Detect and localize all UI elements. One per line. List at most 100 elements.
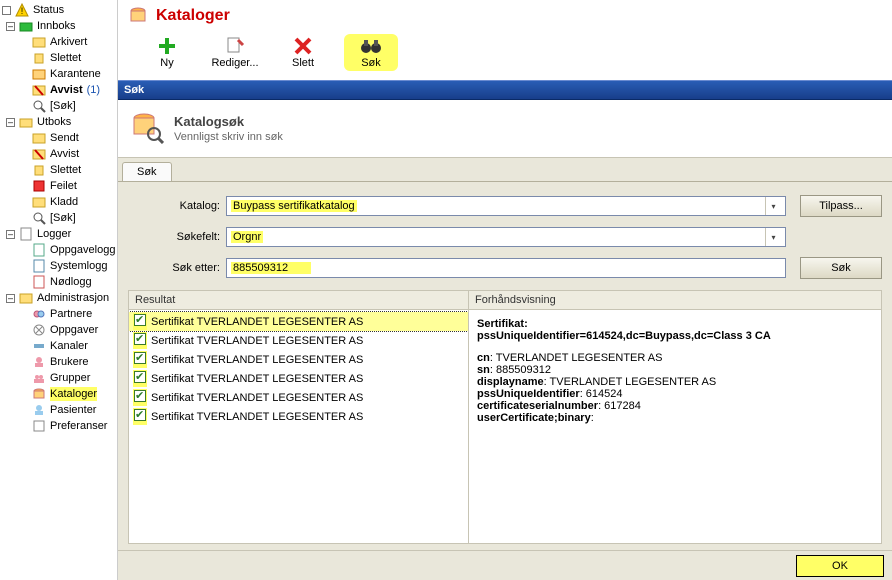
result-item[interactable]: Sertifikat TVERLANDET LEGESENTER AS xyxy=(129,388,468,407)
delete-button[interactable]: Slett xyxy=(276,34,330,71)
result-item[interactable]: Sertifikat TVERLANDET LEGESENTER AS xyxy=(129,331,468,350)
checkbox-icon[interactable] xyxy=(134,314,146,326)
tree-label: Kladd xyxy=(50,195,78,209)
result-item[interactable]: Sertifikat TVERLANDET LEGESENTER AS xyxy=(129,312,468,331)
search-input[interactable] xyxy=(231,262,311,274)
dialog-titlebar[interactable]: Søk xyxy=(118,81,892,100)
tree-item-karantene[interactable]: Karantene xyxy=(0,66,117,82)
tree-item-arkivert[interactable]: Arkivert xyxy=(0,34,117,50)
preview-dn: pssUniqueIdentifier=614524,dc=Buypass,dc… xyxy=(477,330,771,342)
collapse-icon[interactable]: ‒ xyxy=(6,294,15,303)
checkbox-wrap[interactable] xyxy=(133,351,147,368)
page-title: Kataloger xyxy=(156,7,230,25)
chevron-down-icon[interactable]: ▾ xyxy=(765,228,781,246)
preview-label: userCertificate;binary xyxy=(477,412,591,424)
ok-button[interactable]: OK xyxy=(796,555,884,577)
tree-label: Administrasjon xyxy=(37,291,109,305)
tree-item-nodlogg[interactable]: Nødlogg xyxy=(0,274,117,290)
result-label: Sertifikat TVERLANDET LEGESENTER AS xyxy=(151,335,363,347)
checkbox-icon[interactable] xyxy=(134,352,146,364)
tree-item-kladd[interactable]: Kladd xyxy=(0,194,117,210)
checkbox-wrap[interactable] xyxy=(133,313,147,330)
result-item[interactable]: Sertifikat TVERLANDET LEGESENTER AS xyxy=(129,407,468,426)
users-icon xyxy=(32,355,46,369)
sok-button[interactable]: Søk xyxy=(800,257,882,279)
label-sokefelt: Søkefelt: xyxy=(128,231,220,243)
edit-button[interactable]: Rediger... xyxy=(208,34,262,71)
checkbox-icon[interactable] xyxy=(134,371,146,383)
tree-item-avvist2[interactable]: Avvist xyxy=(0,146,117,162)
outbox-icon xyxy=(19,115,33,129)
tree-item-systemlogg[interactable]: Systemlogg xyxy=(0,258,117,274)
tree-item-sendt[interactable]: Sendt xyxy=(0,130,117,146)
new-button[interactable]: Ny xyxy=(140,34,194,71)
tree-label: Avvist xyxy=(50,83,83,97)
tree-item-kanaler[interactable]: Kanaler xyxy=(0,338,117,354)
draft-icon xyxy=(32,195,46,209)
katalog-dropdown[interactable]: Buypass sertifikatkatalog ▾ xyxy=(226,196,786,216)
result-item[interactable]: Sertifikat TVERLANDET LEGESENTER AS xyxy=(129,350,468,369)
checkbox-wrap[interactable] xyxy=(133,332,147,349)
tab-sok[interactable]: Søk xyxy=(122,162,172,181)
result-label: Sertifikat TVERLANDET LEGESENTER AS xyxy=(151,316,363,328)
trash-icon xyxy=(32,163,46,177)
edit-icon xyxy=(223,36,247,56)
sokefelt-dropdown[interactable]: Orgnr ▾ xyxy=(226,227,786,247)
search-dialog: Søk Katalogsøk Vennligst skriv inn søk S… xyxy=(118,80,892,580)
preview-header: Forhåndsvisning xyxy=(469,291,881,310)
tree-label: Kataloger xyxy=(50,387,97,401)
tree-item-oppgaver[interactable]: Oppgaver xyxy=(0,322,117,338)
tree-group-innboks[interactable]: ‒ Innboks xyxy=(0,18,117,34)
preview-value: : TVERLANDET LEGESENTER AS xyxy=(490,352,663,364)
tree-label: Grupper xyxy=(50,371,90,385)
folder-icon xyxy=(32,35,46,49)
tree-item-slettet[interactable]: Slettet xyxy=(0,50,117,66)
preview-value: : 885509312 xyxy=(490,364,551,376)
chevron-down-icon[interactable]: ▾ xyxy=(765,197,781,215)
field-value: Buypass sertifikatkatalog xyxy=(231,200,357,212)
label-katalog: Katalog: xyxy=(128,200,220,212)
tree-item-oppgavelogg[interactable]: Oppgavelogg xyxy=(0,242,117,258)
collapse-icon[interactable]: ‒ xyxy=(6,118,15,127)
tree-label: Oppgavelogg xyxy=(50,243,115,257)
tree-item-grupper[interactable]: Grupper xyxy=(0,370,117,386)
tree-item-kataloger[interactable]: Kataloger xyxy=(0,386,117,402)
checkbox-wrap[interactable] xyxy=(133,389,147,406)
tree-item-pasienter[interactable]: Pasienter xyxy=(0,402,117,418)
collapse-icon[interactable]: ‒ xyxy=(6,230,15,239)
tilpass-button[interactable]: Tilpass... xyxy=(800,195,882,217)
result-item[interactable]: Sertifikat TVERLANDET LEGESENTER AS xyxy=(129,369,468,388)
checkbox-wrap[interactable] xyxy=(133,370,147,387)
expand-icon[interactable] xyxy=(2,6,11,15)
tree-root[interactable]: ! Status xyxy=(0,2,117,18)
tree-item-partnere[interactable]: Partnere xyxy=(0,306,117,322)
tasks-icon xyxy=(32,323,46,337)
tree-item-slettet2[interactable]: Slettet xyxy=(0,162,117,178)
preview-label: pssUniqueIdentifier xyxy=(477,388,580,400)
tree-group-admin[interactable]: ‒ Administrasjon xyxy=(0,290,117,306)
tree-item-brukere[interactable]: Brukere xyxy=(0,354,117,370)
checkbox-icon[interactable] xyxy=(134,390,146,402)
dialog-subtitle: Vennligst skriv inn søk xyxy=(174,131,283,143)
tree-item-avvist[interactable]: Avvist (1) xyxy=(0,82,117,98)
search-input-wrap xyxy=(226,258,786,278)
preview-value: : TVERLANDET LEGESENTER AS xyxy=(544,376,717,388)
tree-item-sok[interactable]: [Søk] xyxy=(0,98,117,114)
groups-icon xyxy=(32,371,46,385)
checkbox-wrap[interactable] xyxy=(133,408,147,425)
tree-group-logger[interactable]: ‒ Logger xyxy=(0,226,117,242)
search-button[interactable]: Søk xyxy=(344,34,398,71)
tree-item-feilet[interactable]: Feilet xyxy=(0,178,117,194)
quarantine-icon xyxy=(32,67,46,81)
preview-panel: Forhåndsvisning Sertifikat: pssUniqueIde… xyxy=(469,291,881,543)
collapse-icon[interactable]: ‒ xyxy=(6,22,15,31)
tree-group-utboks[interactable]: ‒ Utboks xyxy=(0,114,117,130)
trash-icon xyxy=(32,51,46,65)
tree-item-sok2[interactable]: [Søk] xyxy=(0,210,117,226)
emg-log-icon xyxy=(32,275,46,289)
tree-label: Logger xyxy=(37,227,71,241)
checkbox-icon[interactable] xyxy=(134,333,146,345)
tree-item-preferanser[interactable]: Preferanser xyxy=(0,418,117,434)
tree-label: Partnere xyxy=(50,307,92,321)
checkbox-icon[interactable] xyxy=(134,409,146,421)
